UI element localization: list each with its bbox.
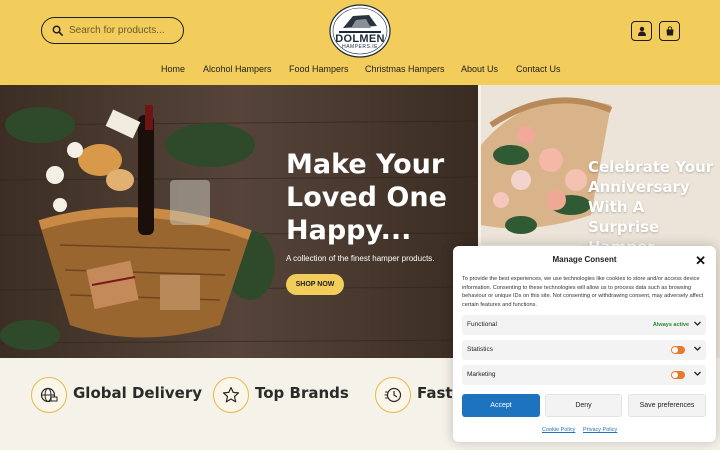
user-icon bbox=[637, 26, 646, 36]
fast-badge bbox=[375, 377, 411, 413]
nav-alcohol-hampers[interactable]: Alcohol Hampers bbox=[203, 64, 272, 74]
anniversary-title-line: Surprise bbox=[588, 218, 660, 236]
cookie-policy-link[interactable]: Cookie Policy bbox=[542, 427, 575, 433]
hero-title-line: Loved One bbox=[286, 182, 447, 213]
anniversary-title-line: Anniversary bbox=[588, 178, 690, 196]
global-delivery-label: Global Delivery bbox=[73, 384, 203, 402]
anniversary-title: Celebrate Your Anniversary With A Surpri… bbox=[588, 157, 718, 257]
star-icon bbox=[222, 386, 240, 403]
category-name: Marketing bbox=[467, 371, 496, 378]
logo-tagline: HAMPERS.IE bbox=[342, 44, 378, 50]
chevron-down-icon[interactable] bbox=[693, 369, 702, 378]
consent-category-statistics[interactable]: Statistics bbox=[462, 340, 706, 360]
clock-icon bbox=[384, 387, 402, 403]
statistics-toggle[interactable] bbox=[671, 346, 685, 354]
privacy-policy-link[interactable]: Privacy Policy bbox=[583, 427, 617, 433]
nav-christmas-hampers[interactable]: Christmas Hampers bbox=[365, 64, 445, 74]
fast-label: Fast bbox=[417, 384, 453, 402]
save-preferences-button[interactable]: Save preferences bbox=[628, 394, 706, 417]
anniversary-title-line: With A bbox=[588, 198, 645, 216]
search-icon bbox=[52, 25, 63, 36]
nav-contact-us[interactable]: Contact Us bbox=[516, 64, 561, 74]
anniversary-title-line: Celebrate Your bbox=[588, 158, 714, 176]
nav-food-hampers[interactable]: Food Hampers bbox=[289, 64, 349, 74]
consent-description: To provide the best experiences, we use … bbox=[462, 276, 704, 308]
hero-title-line: Happy... bbox=[286, 215, 412, 246]
consent-category-marketing[interactable]: Marketing bbox=[462, 365, 706, 385]
chevron-down-icon[interactable] bbox=[693, 319, 702, 328]
deny-button[interactable]: Deny bbox=[545, 394, 622, 417]
shop-now-button[interactable]: SHOP NOW bbox=[286, 274, 344, 295]
close-icon[interactable]: ✕ bbox=[695, 253, 706, 269]
cart-button[interactable] bbox=[659, 21, 680, 41]
consent-category-functional[interactable]: Functional Always active bbox=[462, 315, 706, 335]
search-bar[interactable] bbox=[41, 17, 184, 44]
always-active-label: Always active bbox=[652, 322, 689, 328]
category-name: Functional bbox=[467, 321, 497, 328]
hero-subtitle: A collection of the finest hamper produc… bbox=[286, 254, 435, 263]
hero-title-line: Make Your bbox=[286, 149, 445, 180]
main-nav: Home Alcohol Hampers Food Hampers Christ… bbox=[0, 64, 720, 78]
top-brands-label: Top Brands bbox=[255, 384, 349, 402]
globe-icon bbox=[40, 387, 58, 403]
search-input[interactable] bbox=[69, 25, 174, 36]
global-delivery-badge bbox=[31, 377, 67, 413]
top-brands-badge bbox=[213, 377, 249, 413]
accept-button[interactable]: Accept bbox=[462, 394, 540, 417]
nav-about-us[interactable]: About Us bbox=[461, 64, 498, 74]
consent-title: Manage Consent bbox=[552, 255, 617, 264]
chevron-down-icon[interactable] bbox=[693, 344, 702, 353]
hero-title: Make Your Loved One Happy... bbox=[286, 148, 466, 247]
category-name: Statistics bbox=[467, 346, 494, 353]
nav-home[interactable]: Home bbox=[161, 64, 185, 74]
shopping-bag-icon bbox=[666, 26, 673, 36]
account-button[interactable] bbox=[631, 21, 652, 41]
marketing-toggle[interactable] bbox=[671, 371, 685, 379]
